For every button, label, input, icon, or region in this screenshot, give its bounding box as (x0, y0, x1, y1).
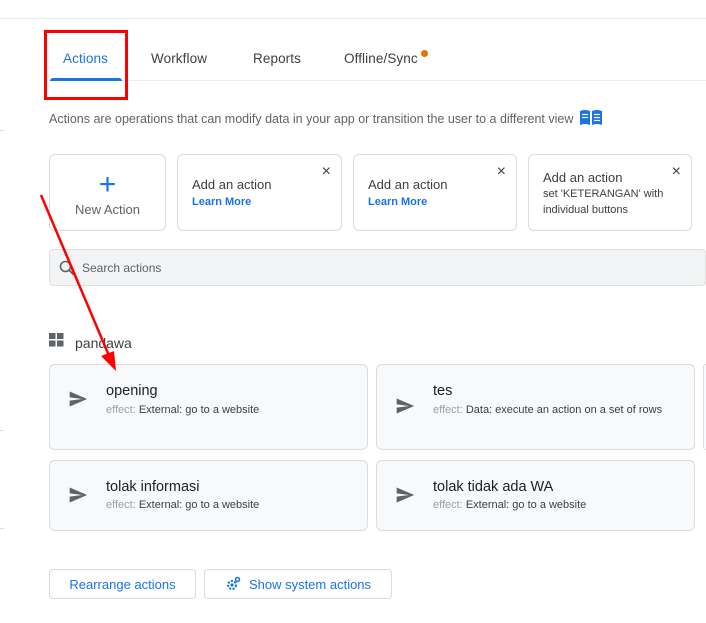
suggestion-card[interactable]: Add an action set 'KETERANGAN' with indi… (528, 154, 692, 231)
search-icon (59, 260, 75, 281)
effect-value: External: go to a website (138, 404, 260, 416)
action-effect: effect: External: go to a website (433, 498, 683, 513)
plus-icon: + (98, 168, 117, 201)
effect-value: Data: execute an action on a set of rows (465, 404, 663, 416)
suggestion-subtitle: set 'KETERANGAN' with individual buttons (543, 188, 664, 216)
suggestion-title: Add an action (543, 170, 623, 185)
description-text: Actions are operations that can modify d… (49, 112, 574, 126)
effect-key: effect: (106, 404, 136, 416)
suggestion-title: Add an action (192, 177, 272, 192)
tab-reports[interactable]: Reports (253, 51, 301, 66)
action-effect: effect: External: go to a website (106, 498, 356, 513)
action-name: tolak informasi (106, 479, 200, 495)
action-effect: effect: External: go to a website (106, 403, 356, 418)
tab-offline-sync-label: Offline/Sync (344, 51, 418, 66)
suggestion-title: Add an action (368, 177, 448, 192)
action-effect: effect: Data: execute an action on a set… (433, 403, 673, 418)
show-system-actions-label: Show system actions (248, 576, 372, 592)
effect-key: effect: (433, 404, 463, 416)
action-card[interactable]: tolak tidak ada WA effect: External: go … (376, 460, 695, 531)
gear-icon (225, 576, 241, 592)
actions-description: Actions are operations that can modify d… (49, 109, 603, 129)
send-icon (395, 396, 415, 421)
effect-value: External: go to a website (138, 499, 260, 511)
action-name: opening (106, 383, 158, 399)
action-name: tes (433, 383, 453, 399)
send-icon (68, 389, 88, 414)
book-icon[interactable] (579, 109, 603, 129)
close-icon[interactable]: × (497, 163, 506, 181)
show-system-actions-button[interactable]: Show system actions (204, 569, 392, 599)
send-icon (68, 485, 88, 510)
top-divider (0, 18, 706, 19)
new-action-label: New Action (74, 202, 141, 217)
rearrange-actions-button[interactable]: Rearrange actions (49, 569, 196, 599)
close-icon[interactable]: × (322, 163, 331, 181)
tab-workflow[interactable]: Workflow (151, 51, 207, 66)
search-bar (49, 249, 706, 286)
notification-dot (420, 50, 428, 57)
effect-key: effect: (106, 499, 136, 511)
grid-icon (49, 333, 64, 352)
group-header: pandawa (49, 333, 132, 352)
search-input[interactable] (82, 258, 682, 278)
suggestion-card[interactable]: Add an action Learn More × (177, 154, 342, 231)
learn-more-link[interactable]: Learn More (192, 196, 251, 208)
close-icon[interactable]: × (672, 163, 681, 181)
tab-offline-sync[interactable]: Offline/Sync (344, 50, 428, 66)
annotation-highlight-box (44, 30, 128, 100)
learn-more-link[interactable]: Learn More (368, 196, 427, 208)
action-card[interactable]: tolak informasi effect: External: go to … (49, 460, 368, 531)
action-card[interactable]: opening effect: External: go to a websit… (49, 364, 368, 450)
effect-key: effect: (433, 499, 463, 511)
send-icon (395, 485, 415, 510)
action-name: tolak tidak ada WA (433, 479, 554, 495)
tab-bar: Actions Workflow Reports Offline/Sync (49, 40, 706, 81)
action-card[interactable]: tes effect: Data: execute an action on a… (376, 364, 695, 450)
new-action-card[interactable]: + New Action (49, 154, 166, 231)
group-label: pandawa (75, 334, 132, 351)
effect-value: External: go to a website (465, 499, 587, 511)
suggestion-card[interactable]: Add an action Learn More × (353, 154, 517, 231)
